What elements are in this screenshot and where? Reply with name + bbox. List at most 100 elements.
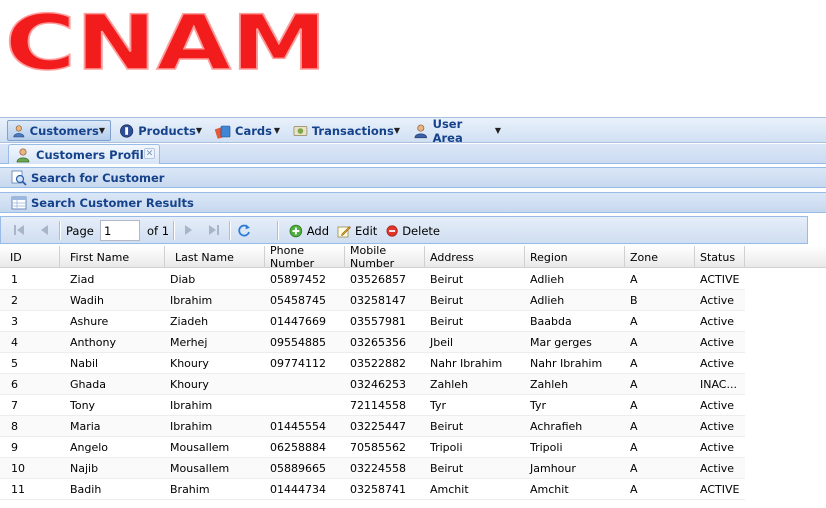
cell-status: Active: [700, 461, 735, 475]
table-row[interactable]: 8 Maria Ibrahim 01445554 03225447 Beirut Achra…: [0, 416, 745, 437]
page-number-input[interactable]: [100, 220, 140, 241]
cnam-logo: CNAM: [3, 6, 333, 78]
cell-last-name: Brahim: [170, 482, 210, 496]
table-row[interactable]: 3 Ashure Ziadeh 01447669 03557981 Beirut Baabd…: [0, 311, 745, 332]
cell-phone-number: 05458745: [270, 293, 326, 307]
cell-phone-number: 09774112: [270, 356, 326, 370]
cell-first-name: Anthony: [70, 335, 116, 349]
cell-id: 1: [11, 272, 18, 286]
cell-status: Active: [700, 398, 735, 412]
cell-mobile-number: 03526857: [350, 272, 406, 286]
cell-zone: A: [630, 482, 638, 496]
menu-user-area[interactable]: User Area ▼: [408, 117, 507, 145]
chevron-down-icon: ▼: [98, 126, 105, 135]
cell-region: Tyr: [530, 398, 547, 412]
cell-last-name: Ibrahim: [170, 419, 213, 433]
table-row[interactable]: 1 Ziad Diab 05897452 03526857 Beirut Adlieh A AC…: [0, 269, 745, 290]
close-icon[interactable]: ✕: [144, 148, 155, 159]
cell-status: ACTIVE: [700, 482, 740, 496]
customer-icon: [13, 124, 25, 137]
results-panel-header[interactable]: Search Customer Results: [0, 192, 826, 213]
last-page-icon[interactable]: [207, 223, 221, 237]
add-button[interactable]: Add: [284, 220, 330, 241]
menu-cards[interactable]: Cards ▼: [210, 120, 286, 141]
menu-customers[interactable]: Customers ▼: [7, 120, 111, 141]
column-header-zone[interactable]: Zone: [625, 246, 695, 268]
transactions-icon: [293, 125, 308, 136]
cell-last-name: Mousallem: [170, 461, 230, 475]
column-header-region[interactable]: Region: [525, 246, 625, 268]
cell-mobile-number: 03246253: [350, 377, 406, 391]
delete-button-label: Delete: [402, 223, 440, 238]
cell-phone-number: 05897452: [270, 272, 326, 286]
table-row[interactable]: 9 Angelo Mousallem 06258884 70585562 Tripoli T…: [0, 437, 745, 458]
menu-transactions[interactable]: Transactions ▼: [288, 120, 406, 141]
table-icon: [11, 196, 27, 209]
cell-status: Active: [700, 419, 735, 433]
chevron-down-icon: ▼: [273, 126, 280, 135]
cell-address: Tripoli: [430, 440, 463, 454]
table-row[interactable]: 2 Wadih Ibrahim 05458745 03258147 Beirut Adlie…: [0, 290, 745, 311]
add-icon: [289, 224, 303, 237]
table-row[interactable]: 10 Najib Mousallem 05889665 03224558 Beirut Ja…: [0, 458, 745, 479]
search-panel-header[interactable]: Search for Customer: [0, 167, 826, 188]
cell-zone: A: [630, 314, 638, 328]
cell-first-name: Wadih: [70, 293, 104, 307]
table-row[interactable]: 4 Anthony Merhej 09554885 03265356 Jbeil Mar g…: [0, 332, 745, 353]
cell-zone: A: [630, 419, 638, 433]
cell-region: Adlieh: [530, 272, 565, 286]
cell-status: Active: [700, 314, 735, 328]
delete-button[interactable]: Delete: [381, 220, 441, 241]
toolbar-separator: [277, 221, 279, 240]
cell-first-name: Ghada: [70, 377, 106, 391]
table-row[interactable]: 7 Tony Ibrahim 72114558 Tyr Tyr A Active: [0, 395, 745, 416]
edit-button[interactable]: Edit: [332, 220, 379, 241]
grid-body: 1 Ziad Diab 05897452 03526857 Beirut Adlieh A AC…: [0, 269, 745, 500]
cell-address: Beirut: [430, 461, 464, 475]
first-page-icon[interactable]: [12, 223, 26, 237]
cell-region: Baabda: [530, 314, 572, 328]
cell-id: 3: [11, 314, 18, 328]
next-page-icon[interactable]: [181, 223, 195, 237]
column-header-phone-number[interactable]: Phone Number: [265, 244, 345, 270]
cell-address: Zahleh: [430, 377, 469, 391]
cell-mobile-number: 03522882: [350, 356, 406, 370]
column-header-last-name[interactable]: Last Name: [165, 246, 265, 268]
refresh-icon[interactable]: [237, 223, 251, 237]
cell-phone-number: 01445554: [270, 419, 326, 433]
column-header-status[interactable]: Status: [695, 246, 745, 268]
cell-mobile-number: 03258147: [350, 293, 406, 307]
toolbar-separator: [229, 221, 231, 240]
column-header-id[interactable]: ID: [0, 246, 60, 268]
cell-last-name: Khoury: [170, 356, 209, 370]
table-row[interactable]: 5 Nabil Khoury 09774112 03522882 Nahr Ibrahim…: [0, 353, 745, 374]
cell-zone: B: [630, 293, 638, 307]
column-header-address[interactable]: Address: [425, 246, 525, 268]
cell-zone: A: [630, 356, 638, 370]
column-header-mobile-number[interactable]: Mobile Number: [345, 244, 425, 270]
toolbar-separator: [173, 221, 175, 240]
table-row[interactable]: 11 Badih Brahim 01444734 03258741 Amchit Amchi…: [0, 479, 745, 500]
page-label: Page: [66, 224, 94, 238]
cell-id: 4: [11, 335, 18, 349]
cell-first-name: Najib: [70, 461, 99, 475]
menu-products[interactable]: Products ▼: [114, 120, 208, 141]
cell-address: Tyr: [430, 398, 447, 412]
cell-mobile-number: 03225447: [350, 419, 406, 433]
cell-zone: A: [630, 377, 638, 391]
column-header-first-name[interactable]: First Name: [60, 246, 165, 268]
chevron-down-icon: ▼: [195, 126, 202, 135]
previous-page-icon[interactable]: [38, 223, 52, 237]
product-icon: [120, 123, 134, 138]
cell-phone-number: [265, 395, 345, 415]
cell-address: Jbeil: [430, 335, 454, 349]
delete-icon: [386, 224, 398, 237]
cell-region: Mar gerges: [530, 335, 592, 349]
edit-button-label: Edit: [355, 223, 378, 238]
menu-transactions-label: Transactions: [311, 123, 394, 138]
cell-status: Active: [700, 293, 735, 307]
table-row[interactable]: 6 Ghada Khoury 03246253 Zahleh Zahleh A INAC...: [0, 374, 745, 395]
cell-status: ACTIVE: [700, 272, 740, 286]
add-button-label: Add: [306, 223, 329, 238]
tab-customers-profile[interactable]: Customers Profile ✕: [8, 144, 160, 164]
